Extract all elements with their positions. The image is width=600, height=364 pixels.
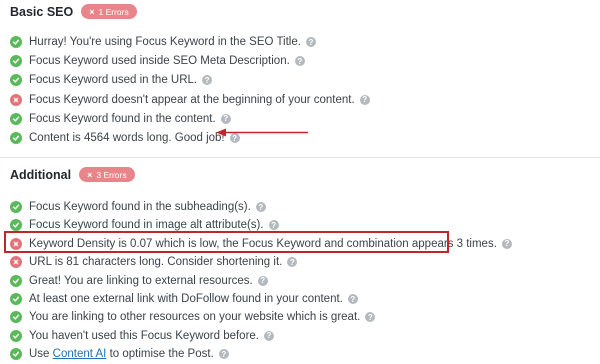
help-icon[interactable]: ?: [257, 275, 268, 286]
section-divider: [0, 157, 600, 158]
pass-check-icon: [10, 112, 22, 125]
check-item-text: Content is 4564 words long. Good job!: [29, 132, 225, 144]
error-count-badge: × 1 Errors: [81, 4, 137, 19]
help-icon[interactable]: ?: [229, 133, 240, 143]
basic-seo-section: Basic SEO × 1 Errors Hurray! You're usin…: [0, 0, 600, 160]
check-item-text: Focus Keyword doesn't appear at the begi…: [29, 93, 355, 106]
check-item-text: Focus Keyword found in image alt attribu…: [29, 219, 264, 232]
pass-check-icon: [10, 132, 22, 144]
pass-check-icon: [10, 74, 22, 87]
help-icon[interactable]: ?: [359, 94, 370, 105]
check-item-content-ai: Use Content AI to optimise the Post. ?: [10, 345, 229, 363]
check-item-focus-keyword-used-in-the-url: Focus Keyword used in the URL.?: [10, 71, 213, 89]
check-item-text: Focus Keyword found in the subheading(s)…: [29, 201, 251, 213]
check-item-content-is-4564-words-long-good-job: Content is 4564 words long. Good job!?: [10, 129, 240, 147]
annotation-highlight-box: [4, 231, 449, 253]
text-suffix: to optimise the Post.: [106, 348, 214, 360]
check-item-text: You haven't used this Focus Keyword befo…: [29, 329, 259, 342]
check-item-text: Focus Keyword found in the content.: [29, 112, 216, 125]
help-icon[interactable]: ?: [218, 349, 229, 359]
help-icon[interactable]: ?: [255, 202, 266, 212]
badge-x-icon: ×: [89, 6, 95, 17]
check-item-hurray-you-re-using-focus-keyword-in-the: Hurray! You're using Focus Keyword in th…: [10, 33, 316, 51]
help-icon[interactable]: ?: [501, 238, 512, 249]
check-item-url-is-81-characters-long-consider-short: URL is 81 characters long. Consider shor…: [10, 253, 298, 271]
check-item-great-you-are-linking-to-external-resour: Great! You are linking to external resou…: [10, 272, 268, 290]
fail-x-icon: [10, 256, 22, 269]
help-icon[interactable]: ?: [202, 75, 213, 86]
check-item-text: URL is 81 characters long. Consider shor…: [29, 256, 283, 269]
check-item-focus-keyword-found-in-the-content: Focus Keyword found in the content.?: [10, 110, 231, 128]
help-icon[interactable]: ?: [264, 330, 274, 341]
pass-check-icon: [10, 55, 22, 68]
pass-check-icon: [10, 36, 22, 48]
pass-check-icon: [10, 219, 22, 232]
error-count-label: 3 Errors: [96, 169, 127, 180]
additional-section: Additional × 3 Errors Focus Keyword foun…: [0, 160, 600, 364]
check-item-at-least-one-external-link-with-dofollow: At least one external link with DoFollow…: [10, 290, 358, 308]
check-item-you-are-linking-to-other-resources-on-yo: You are linking to other resources on yo…: [10, 308, 376, 326]
check-item-you-haven-t-used-this-focus-keyword-befo: You haven't used this Focus Keyword befo…: [10, 327, 274, 345]
error-count-label: 1 Errors: [98, 6, 129, 17]
badge-x-icon: ×: [87, 169, 93, 180]
section-title: Additional: [10, 167, 72, 182]
section-title: Basic SEO: [10, 4, 74, 19]
check-item-text: Hurray! You're using Focus Keyword in th…: [29, 36, 301, 48]
pass-check-icon: [10, 311, 22, 324]
basic-seo-header: Basic SEO × 1 Errors: [10, 4, 137, 19]
pass-check-icon: [10, 274, 22, 287]
pass-check-icon: [10, 329, 22, 342]
check-item-text: Great! You are linking to external resou…: [29, 274, 253, 287]
text-prefix: Use: [29, 348, 53, 360]
check-item-focus-keyword-found-in-the-subheading-s: Focus Keyword found in the subheading(s)…: [10, 198, 266, 216]
fail-x-icon: [10, 93, 22, 106]
check-item-focus-keyword-doesn-t-appear-at-the-begi: Focus Keyword doesn't appear at the begi…: [10, 91, 370, 109]
error-count-badge: × 3 Errors: [79, 167, 135, 182]
pass-check-icon: [10, 293, 22, 305]
help-icon[interactable]: ?: [268, 220, 279, 231]
check-item-focus-keyword-used-inside-seo-meta-descr: Focus Keyword used inside SEO Meta Descr…: [10, 52, 305, 70]
check-item-text: You are linking to other resources on yo…: [29, 311, 361, 324]
help-icon[interactable]: ?: [294, 56, 305, 67]
check-item-text: At least one external link with DoFollow…: [29, 293, 343, 305]
check-item-text: Focus Keyword used in the URL.: [29, 74, 198, 87]
help-icon[interactable]: ?: [287, 257, 298, 268]
help-icon[interactable]: ?: [347, 294, 358, 304]
check-item-text: Use Content AI to optimise the Post.: [29, 348, 214, 360]
help-icon[interactable]: ?: [365, 312, 376, 323]
pass-check-icon: [10, 201, 22, 213]
additional-header: Additional × 3 Errors: [10, 167, 135, 182]
pass-check-icon: [10, 348, 22, 360]
check-item-text: Focus Keyword used inside SEO Meta Descr…: [29, 55, 290, 68]
help-icon[interactable]: ?: [220, 113, 231, 124]
content-ai-link[interactable]: Content AI: [53, 348, 107, 360]
help-icon[interactable]: ?: [305, 37, 316, 47]
